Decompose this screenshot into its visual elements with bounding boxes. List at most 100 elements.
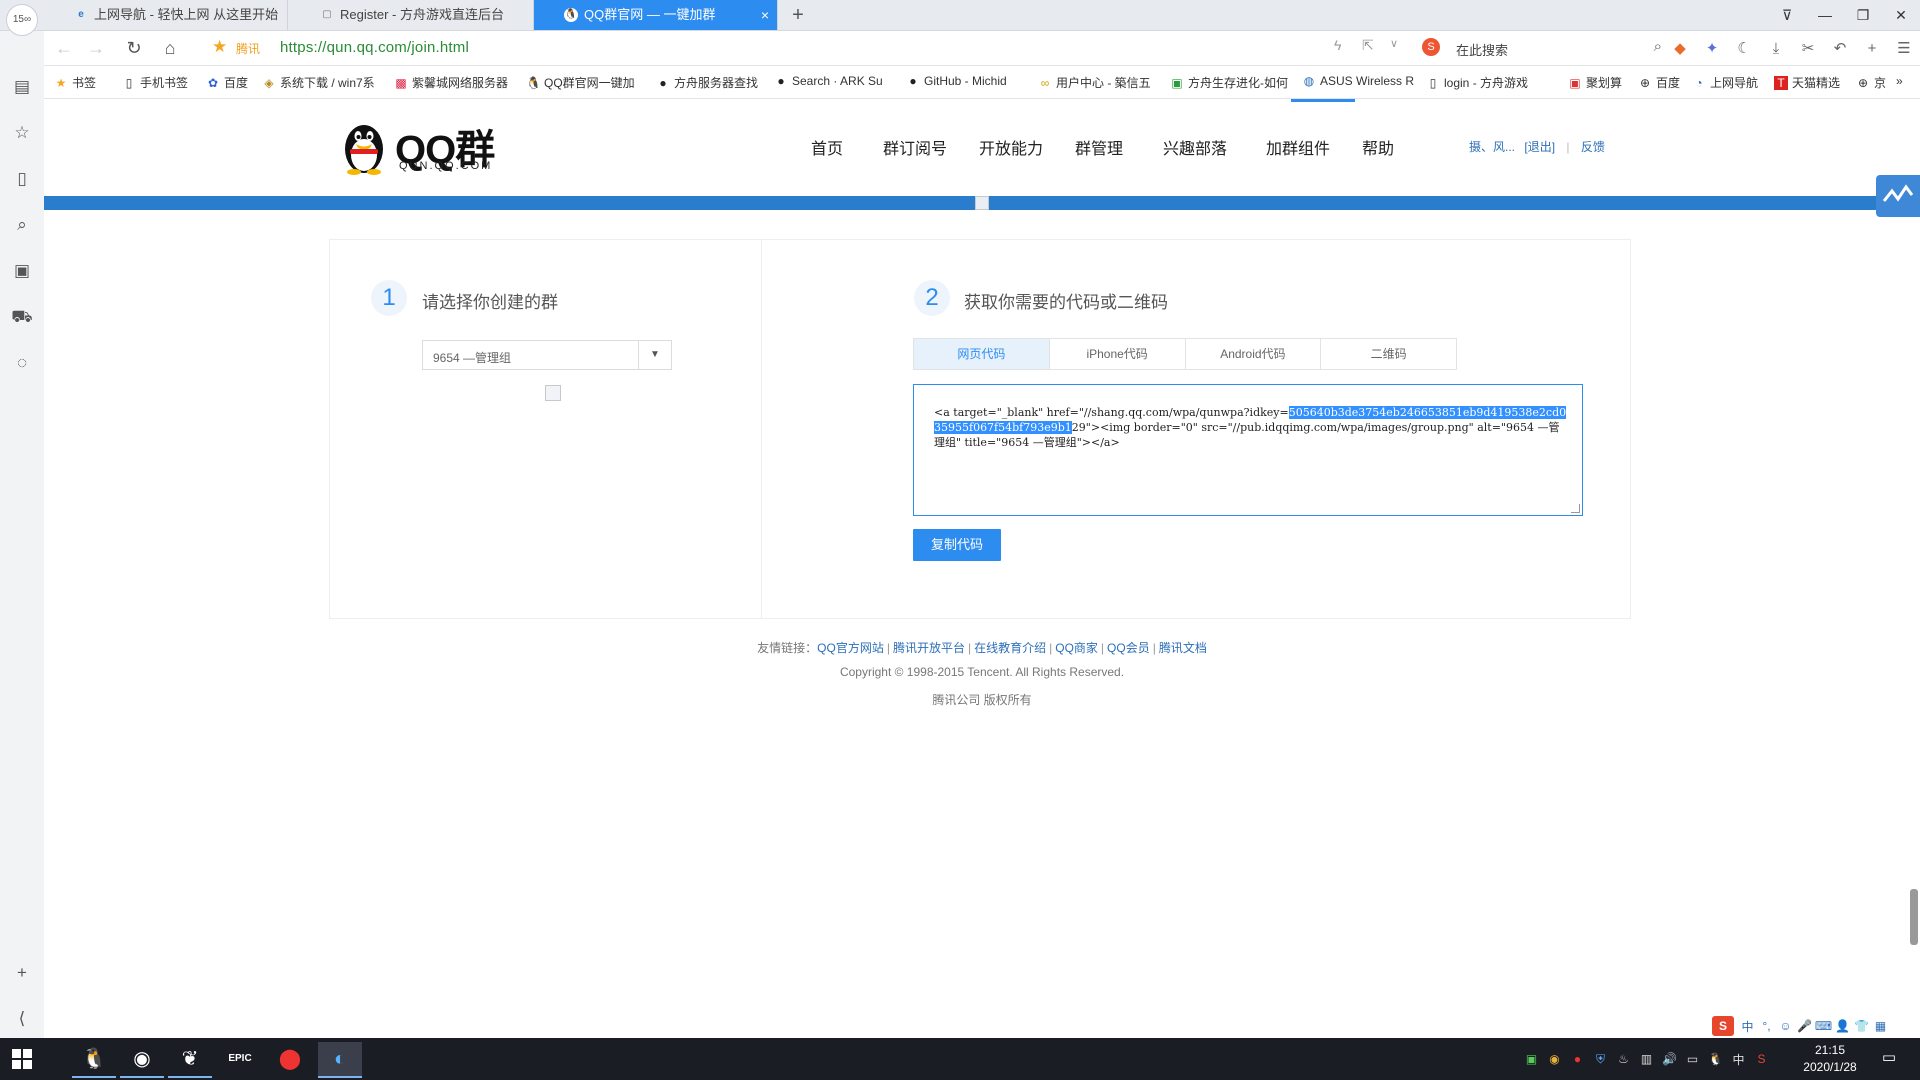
undo-icon[interactable]: ↶ xyxy=(1824,39,1856,57)
close-window-icon[interactable]: ✕ xyxy=(1882,0,1920,30)
bookmark-item[interactable]: ◍ ASUS Wireless R xyxy=(1302,74,1414,88)
bookmark-item[interactable]: ▣ 方舟生存进化-如何 xyxy=(1170,74,1288,91)
chat-icon[interactable]: ◌ xyxy=(10,351,34,375)
input-language[interactable]: 中 xyxy=(1727,1051,1750,1068)
magnifier-icon[interactable]: ⌕ xyxy=(1654,38,1662,55)
bookmark-item[interactable]: ▯ login - 方舟游戏 xyxy=(1426,74,1528,91)
search-icon[interactable]: ⌕ xyxy=(10,213,34,237)
tray-app-icon[interactable]: ◉ xyxy=(1543,1052,1566,1066)
logout-link[interactable]: [退出] xyxy=(1524,140,1555,154)
bookmark-item[interactable]: ▩ 紫馨城网络服务器 xyxy=(394,74,508,91)
volume-icon[interactable]: 🔊 xyxy=(1658,1052,1681,1066)
bookmark-star-icon[interactable]: ★ xyxy=(212,37,227,57)
leaf-app-icon[interactable]: ❦ xyxy=(168,1042,212,1078)
tab-android-code[interactable]: Android代码 xyxy=(1186,339,1322,369)
emoji-icon[interactable]: ☺ xyxy=(1776,1019,1795,1033)
share-icon[interactable]: ⇱ xyxy=(1362,37,1374,54)
link-open-platform[interactable]: 腾讯开放平台 xyxy=(893,641,965,655)
nav-join-widget[interactable]: 加群组件 xyxy=(1266,135,1330,159)
bookmark-item[interactable]: ● GitHub - Michid xyxy=(906,74,1006,88)
tab-iphone-code[interactable]: iPhone代码 xyxy=(1050,339,1186,369)
forward-icon[interactable]: → xyxy=(84,37,108,59)
bookmark-item[interactable]: ✿ 百度 xyxy=(206,74,248,91)
tray-record-icon[interactable]: ● xyxy=(1566,1052,1589,1066)
bookmark-item[interactable]: T 天猫精选 xyxy=(1774,74,1840,91)
collapse-sidebar-icon[interactable]: ⟨ xyxy=(10,1007,34,1031)
resize-handle-icon[interactable] xyxy=(1571,504,1580,513)
cut-icon[interactable]: ✂ xyxy=(1792,39,1824,57)
night-mode-icon[interactable]: ☾ xyxy=(1728,39,1760,57)
tray-app-icon[interactable]: ▣ xyxy=(1520,1052,1543,1066)
skin-icon[interactable]: 👕 xyxy=(1852,1019,1871,1033)
nav-open-ability[interactable]: 开放能力 xyxy=(979,135,1043,159)
tab-qq-group[interactable]: 🐧 QQ群官网 — 一键加群 × xyxy=(534,0,778,30)
system-clock[interactable]: 21:15 2020/1/28 xyxy=(1790,1042,1870,1076)
qq-app-icon[interactable]: 🐧 xyxy=(72,1042,116,1078)
toolbox-icon[interactable]: ▦ xyxy=(1871,1019,1890,1033)
news-icon[interactable]: ▤ xyxy=(10,75,34,99)
nav-help[interactable]: 帮助 xyxy=(1362,135,1394,159)
user-name[interactable]: 摄、风... xyxy=(1469,140,1515,154)
favorites-icon[interactable]: ☆ xyxy=(10,121,34,145)
tray-shield-icon[interactable]: ⛨ xyxy=(1589,1052,1612,1067)
back-icon[interactable]: ← xyxy=(52,37,76,59)
tray-steam-icon[interactable]: ♨ xyxy=(1612,1052,1635,1066)
download-icon[interactable]: ⤓ xyxy=(1760,40,1792,57)
link-qq-merchant[interactable]: QQ商家 xyxy=(1055,641,1098,655)
tab-qr-code[interactable]: 二维码 xyxy=(1321,339,1456,369)
bookmark-item[interactable]: ▯ 手机书签 xyxy=(122,74,188,91)
close-tab-icon[interactable]: × xyxy=(761,0,769,30)
search-input[interactable]: 在此搜索 xyxy=(1456,40,1508,59)
tab-web-code[interactable]: 网页代码 xyxy=(914,339,1050,369)
scrollbar-thumb[interactable] xyxy=(1910,889,1918,945)
add-icon[interactable]: + xyxy=(1856,40,1888,57)
feedback-link[interactable]: 反馈 xyxy=(1581,140,1605,154)
menu-icon[interactable]: ☰ xyxy=(1888,39,1920,57)
home-icon[interactable]: ⌂ xyxy=(158,37,182,59)
tray-epic-icon[interactable]: ▥ xyxy=(1635,1052,1658,1066)
nav-interest-tribe[interactable]: 兴趣部落 xyxy=(1163,135,1227,159)
more-bookmarks-icon[interactable]: » xyxy=(1896,74,1903,88)
video-icon[interactable]: ▣ xyxy=(10,259,34,283)
microphone-icon[interactable]: 🎤 xyxy=(1795,1019,1814,1033)
skin-icon[interactable]: ⊽ xyxy=(1768,0,1806,30)
nav-group-manage[interactable]: 群管理 xyxy=(1075,135,1123,159)
bookmark-item[interactable]: ● 方舟服务器查找 xyxy=(656,74,758,91)
bookmark-item[interactable]: ▣ 聚划算 xyxy=(1568,74,1622,91)
bookmark-item[interactable]: ◈ 系统下载 / win7系 xyxy=(262,74,374,91)
chevron-down-icon[interactable]: ∨ xyxy=(1390,37,1398,50)
cart-icon[interactable]: ⛟ xyxy=(10,305,34,329)
keyboard-icon[interactable]: ⌨ xyxy=(1814,1019,1833,1033)
user-icon[interactable]: 👤 xyxy=(1833,1019,1852,1033)
ime-mode[interactable]: 中 xyxy=(1738,1018,1757,1035)
bookmark-item[interactable]: 🐧 QQ群官网一键加 xyxy=(526,74,635,91)
punctuation-icon[interactable]: °, xyxy=(1757,1019,1776,1033)
lightning-icon[interactable]: ϟ xyxy=(1334,37,1341,53)
bookmark-item[interactable]: ∞ 用户中心 - 築信五 xyxy=(1038,74,1151,91)
link-qq-official[interactable]: QQ官方网站 xyxy=(817,641,884,655)
sogou-ime-icon[interactable]: S xyxy=(1712,1016,1734,1036)
bookmark-item[interactable]: ★ 书签 xyxy=(54,74,96,91)
bookmark-item[interactable]: ⊕ 京 xyxy=(1856,74,1886,91)
notification-icon[interactable]: ▭ xyxy=(1878,1048,1900,1068)
tray-sogou-icon[interactable]: S xyxy=(1750,1052,1773,1066)
epic-games-icon[interactable]: EPIC xyxy=(218,1042,262,1078)
refresh-icon[interactable]: ↻ xyxy=(122,37,146,59)
link-tencent-docs[interactable]: 腾讯文档 xyxy=(1159,641,1207,655)
add-icon[interactable]: + xyxy=(10,961,34,985)
qq-group-logo[interactable]: QQ群 QUN.QQ.COM xyxy=(341,117,501,177)
floating-widget-icon[interactable] xyxy=(1876,175,1920,217)
code-textarea[interactable]: <a target="_blank" href="//shang.qq.com/… xyxy=(913,384,1583,516)
reader-icon[interactable]: ▯ xyxy=(10,167,34,191)
new-tab-button[interactable]: + xyxy=(786,2,810,28)
minimize-icon[interactable]: — xyxy=(1806,0,1844,30)
bird-icon[interactable]: ✦ xyxy=(1696,39,1728,57)
browser-logo-icon[interactable]: 15∞ xyxy=(6,4,38,36)
copy-code-button[interactable]: 复制代码 xyxy=(913,529,1001,561)
game-icon[interactable]: ◆ xyxy=(1664,39,1696,57)
search-box[interactable]: S 在此搜索 ⌕ xyxy=(1422,36,1662,60)
restore-icon[interactable]: ❐ xyxy=(1844,0,1882,30)
bookmark-item[interactable]: ◔ 上网导航 xyxy=(1692,74,1758,91)
browser-app-icon[interactable]: ◐ xyxy=(318,1042,362,1078)
game-app-icon[interactable]: ◉ xyxy=(120,1042,164,1078)
